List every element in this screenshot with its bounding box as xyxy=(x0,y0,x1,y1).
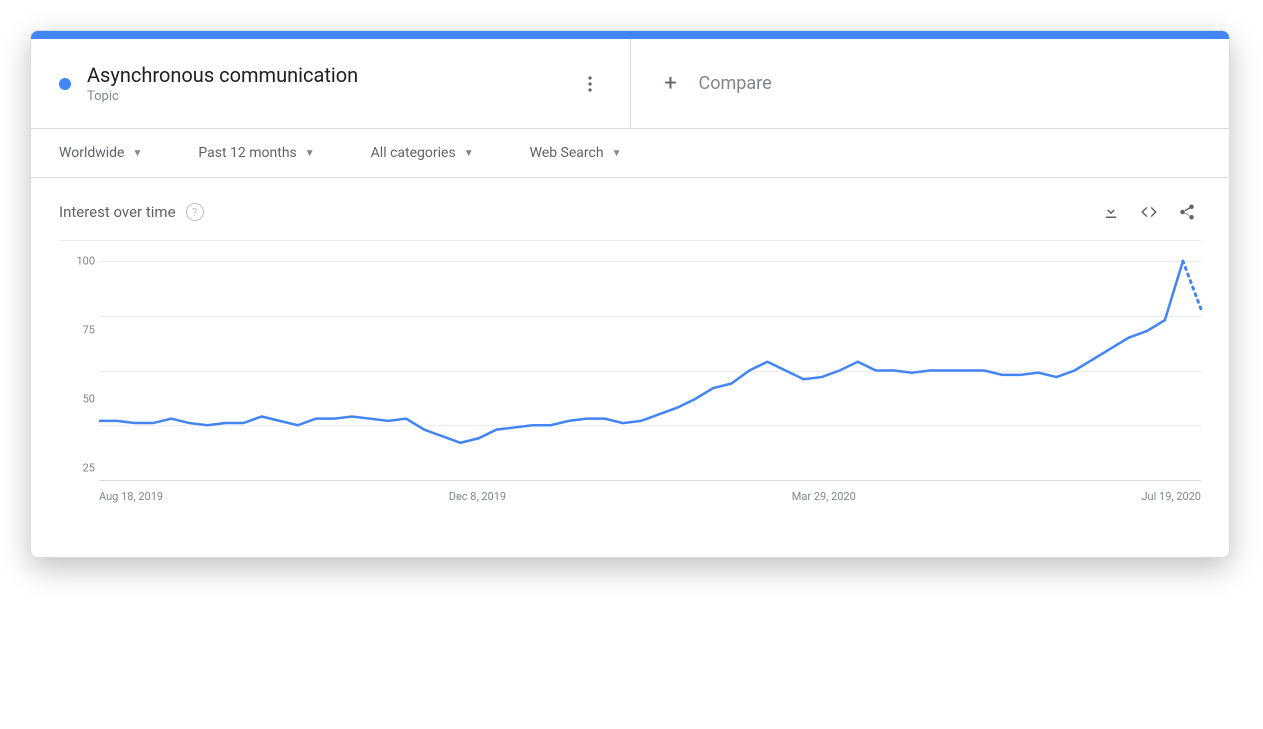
y-tick: 25 xyxy=(59,462,95,475)
kebab-menu-icon[interactable] xyxy=(578,72,602,96)
accent-bar xyxy=(31,31,1229,39)
compare-label: Compare xyxy=(699,73,772,94)
embed-icon[interactable] xyxy=(1135,198,1163,226)
filter-search-type-label: Web Search xyxy=(530,145,604,161)
series-color-dot xyxy=(59,78,71,90)
y-axis: 100 75 50 25 xyxy=(59,261,95,481)
chart-title: Interest over time xyxy=(59,203,176,221)
x-tick: Mar 29, 2020 xyxy=(792,490,856,503)
chart-plot-area xyxy=(99,261,1201,481)
line-chart-svg xyxy=(99,261,1201,480)
chart-section: Interest over time ? 100 75 50 25 xyxy=(31,178,1229,557)
y-tick: 75 xyxy=(59,324,95,337)
chevron-down-icon: ▼ xyxy=(132,148,142,159)
x-axis: Aug 18, 2019 Dec 8, 2019 Mar 29, 2020 Ju… xyxy=(99,490,1201,503)
topic-cell[interactable]: Asynchronous communication Topic xyxy=(31,39,630,128)
filter-region-label: Worldwide xyxy=(59,145,124,161)
plus-icon: + xyxy=(659,71,683,96)
share-icon[interactable] xyxy=(1173,198,1201,226)
chart-header: Interest over time ? xyxy=(59,198,1201,241)
chart-wrap: 100 75 50 25 Aug 18, 2019 Dec 8, 2019 Ma… xyxy=(59,261,1201,521)
filter-category-label: All categories xyxy=(371,145,456,161)
topic-text: Asynchronous communication Topic xyxy=(87,63,562,104)
trends-card: Asynchronous communication Topic + Compa… xyxy=(30,30,1230,558)
filter-time[interactable]: Past 12 months ▼ xyxy=(198,145,314,161)
compare-cell[interactable]: + Compare xyxy=(630,39,1230,128)
filter-row: Worldwide ▼ Past 12 months ▼ All categor… xyxy=(31,129,1229,178)
y-tick: 100 xyxy=(59,255,95,268)
y-tick: 50 xyxy=(59,393,95,406)
x-tick: Aug 18, 2019 xyxy=(99,490,163,503)
help-icon[interactable]: ? xyxy=(186,203,204,221)
x-tick: Dec 8, 2019 xyxy=(449,490,506,503)
topic-title: Asynchronous communication xyxy=(87,63,562,87)
filter-region[interactable]: Worldwide ▼ xyxy=(59,145,142,161)
chevron-down-icon: ▼ xyxy=(305,148,315,159)
x-tick: Jul 19, 2020 xyxy=(1141,490,1201,503)
topic-row: Asynchronous communication Topic + Compa… xyxy=(31,39,1229,129)
topic-subtitle: Topic xyxy=(87,89,562,104)
chevron-down-icon: ▼ xyxy=(612,148,622,159)
chevron-down-icon: ▼ xyxy=(464,148,474,159)
filter-search-type[interactable]: Web Search ▼ xyxy=(530,145,622,161)
filter-time-label: Past 12 months xyxy=(198,145,296,161)
download-icon[interactable] xyxy=(1097,198,1125,226)
filter-category[interactable]: All categories ▼ xyxy=(371,145,474,161)
